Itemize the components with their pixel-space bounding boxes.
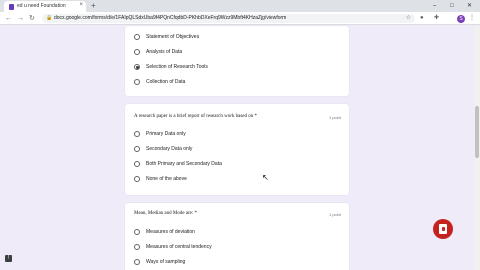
bookmark-star-icon[interactable]: ☆ bbox=[406, 14, 411, 21]
mouse-cursor-icon: ↖ bbox=[262, 173, 269, 182]
menu-kebab-icon[interactable]: ⋮ bbox=[469, 14, 475, 23]
radio-button[interactable] bbox=[134, 49, 140, 55]
forms-favicon-icon bbox=[9, 4, 14, 10]
option-label: Both Primary and Secondary Data bbox=[146, 161, 222, 167]
option-label: Analysis of Data bbox=[146, 49, 183, 55]
option-label: None of the above bbox=[146, 176, 187, 182]
question-card-1: Statement of Objectives Analysis of Data… bbox=[125, 26, 349, 96]
browser-tab[interactable]: ed u need Foundation × bbox=[4, 1, 86, 12]
url-text: docs.google.com/forms/d/e/1FAIpQLSdxUba9… bbox=[54, 15, 287, 21]
scrollbar-thumb[interactable] bbox=[475, 106, 479, 158]
radio-button-selected[interactable] bbox=[134, 64, 140, 70]
question-title: Mean, Median and Mode are: * bbox=[134, 211, 198, 216]
tab-title: ed u need Foundation bbox=[17, 3, 66, 9]
avatar[interactable]: S bbox=[457, 15, 465, 23]
screen-record-icon[interactable] bbox=[433, 219, 453, 239]
close-window-button[interactable]: ✕ bbox=[467, 1, 472, 11]
option-label: Statement of Objectives bbox=[146, 34, 200, 40]
scrollbar[interactable] bbox=[474, 26, 480, 270]
help-icon[interactable]: ! bbox=[5, 255, 12, 262]
question-title: A research paper is a brief report of re… bbox=[134, 114, 258, 119]
back-icon[interactable]: ← bbox=[5, 14, 12, 23]
option-label: Measures of central tendency bbox=[146, 244, 212, 250]
radio-button[interactable] bbox=[134, 229, 140, 235]
radio-button[interactable] bbox=[134, 259, 140, 265]
question-card-2: A research paper is a brief report of re… bbox=[125, 104, 349, 195]
lock-icon: 🔒 bbox=[46, 15, 53, 21]
extension-icon[interactable]: ● bbox=[420, 14, 424, 23]
extension-puzzle-icon[interactable]: ✚ bbox=[434, 14, 439, 23]
radio-button[interactable] bbox=[134, 176, 140, 182]
maximize-button[interactable]: □ bbox=[450, 1, 454, 11]
radio-button[interactable] bbox=[134, 131, 140, 137]
option-label: Selection of Research Tools bbox=[146, 64, 208, 70]
question-points: 1 point bbox=[328, 212, 341, 217]
option-label: Ways of sampling bbox=[146, 259, 186, 265]
radio-button[interactable] bbox=[134, 161, 140, 167]
option-label: Secondary Data only bbox=[146, 146, 193, 152]
new-tab-button[interactable]: + bbox=[91, 1, 96, 11]
option-label: Measures of deviation bbox=[146, 229, 195, 235]
option-label: Primary Data only bbox=[146, 131, 186, 137]
address-bar: ← → ↻ 🔒 docs.google.com/forms/d/e/1FAIpQ… bbox=[0, 12, 480, 25]
radio-button[interactable] bbox=[134, 244, 140, 250]
option-label: Collection of Data bbox=[146, 79, 186, 85]
minimize-button[interactable]: – bbox=[433, 1, 436, 11]
radio-button[interactable] bbox=[134, 79, 140, 85]
question-card-3: Mean, Median and Mode are: * 1 point Mea… bbox=[125, 203, 349, 270]
radio-button[interactable] bbox=[134, 146, 140, 152]
forward-icon[interactable]: → bbox=[17, 14, 24, 23]
url-field[interactable]: 🔒 docs.google.com/forms/d/e/1FAIpQLSdxUb… bbox=[42, 14, 415, 23]
reload-icon[interactable]: ↻ bbox=[29, 14, 35, 23]
question-points: 1 point bbox=[328, 115, 341, 120]
tab-close-icon[interactable]: × bbox=[79, 2, 83, 8]
tab-bar: ed u need Foundation × + – □ ✕ bbox=[0, 0, 480, 12]
radio-button[interactable] bbox=[134, 34, 140, 40]
